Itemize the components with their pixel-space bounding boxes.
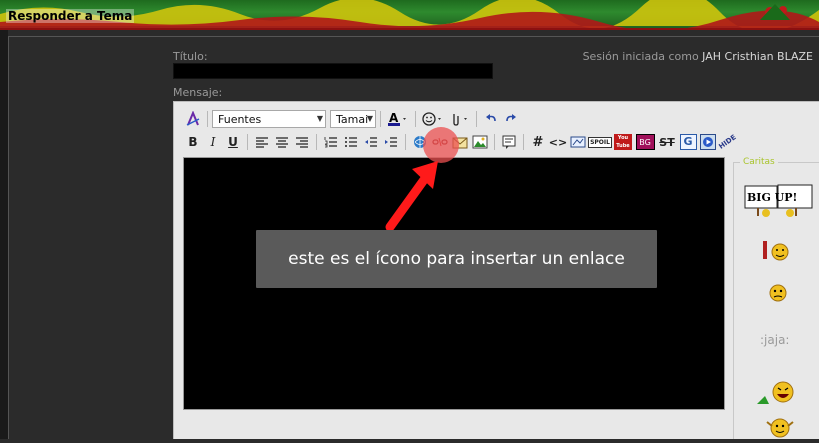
smiley-laugh-icon[interactable] [755,378,797,410]
smilies-legend: Caritas [740,157,778,167]
italic-button[interactable]: I [203,132,223,152]
background-color-button[interactable]: BG [634,132,656,152]
toolbar-separator [316,134,317,150]
smiley-wave-icon[interactable] [762,240,790,266]
indent-icon[interactable] [381,132,401,152]
session-username[interactable]: JAH Cristhian BLAZE [702,50,813,63]
quote-icon[interactable] [499,132,519,152]
redo-icon[interactable] [501,109,521,129]
bullet-list-icon[interactable] [341,132,361,152]
arrow-icon [385,161,438,232]
left-panel [0,30,8,439]
toolbar-row-1: Fuentes ▼ Tamai ▼ A [183,109,521,129]
media-player-icon[interactable] [698,132,718,152]
jaja-smiley-code[interactable]: :jaja: [760,333,789,347]
session-prefix: Sesión iniciada como [582,50,699,63]
bigup-label: BIG UP! [747,191,798,204]
google-label: G [679,134,697,150]
toolbar-separator [415,111,416,127]
youtube-button[interactable]: You Tube [612,132,634,152]
font-select[interactable]: Fuentes ▼ [212,110,326,128]
spoiler-label: SPOIL [588,136,612,148]
align-center-icon[interactable] [272,132,292,152]
toolbar-separator [494,134,495,150]
flash-icon[interactable] [568,132,588,152]
chevron-down-icon: ▼ [316,114,323,123]
header-divider [0,28,819,30]
svg-text:A: A [389,111,399,125]
toolbar-separator [405,134,406,150]
spoiler-button[interactable]: SPOIL [588,132,612,152]
youtube-label: You Tube [614,134,632,150]
toolbar-row-2: B I U # <> SPOIL You Tube BG ST G HIDE [183,132,738,152]
toolbar-separator [523,134,524,150]
underline-button[interactable]: U [223,132,243,152]
toolbar-separator [247,134,248,150]
header-title: Responder a Tema [6,9,135,23]
session-info: Sesión iniciada como JAH Cristhian BLAZE [583,50,813,63]
align-left-icon[interactable] [252,132,272,152]
bold-button[interactable]: B [183,132,203,152]
strikethrough-button[interactable]: ST [656,132,678,152]
code-button[interactable]: <> [548,132,568,152]
font-color-icon[interactable]: A [385,109,411,129]
size-select-value: Tamai [336,112,369,126]
hide-label: HIDE [717,133,739,151]
bigup-smiley[interactable]: BIG UP! [744,184,814,217]
title-input[interactable] [173,63,493,79]
attachment-icon[interactable] [446,109,472,129]
annotation-tooltip: este es el ícono para insertar un enlace [256,230,657,288]
hide-button[interactable]: HIDE [718,132,738,152]
chevron-down-icon: ▼ [366,114,373,123]
font-select-value: Fuentes [218,112,262,126]
format-icon[interactable] [183,109,203,129]
toolbar-separator [380,111,381,127]
toolbar-separator [476,111,477,127]
annotation-text: este es el ícono para insertar un enlace [288,249,625,269]
smiley-icon[interactable] [420,109,446,129]
align-right-icon[interactable] [292,132,312,152]
hash-button[interactable]: # [528,132,548,152]
background-color-label: BG [635,134,655,150]
outdent-icon[interactable] [361,132,381,152]
toolbar-separator [207,111,208,127]
image-icon[interactable] [470,132,490,152]
smiley-confused-icon[interactable] [767,282,789,308]
undo-icon[interactable] [481,109,501,129]
title-label: Título: [173,50,208,63]
google-button[interactable]: G [678,132,698,152]
size-select[interactable]: Tamai ▼ [330,110,376,128]
page-header: Responder a Tema [0,0,819,30]
message-label: Mensaje: [173,86,223,99]
numbered-list-icon[interactable] [321,132,341,152]
